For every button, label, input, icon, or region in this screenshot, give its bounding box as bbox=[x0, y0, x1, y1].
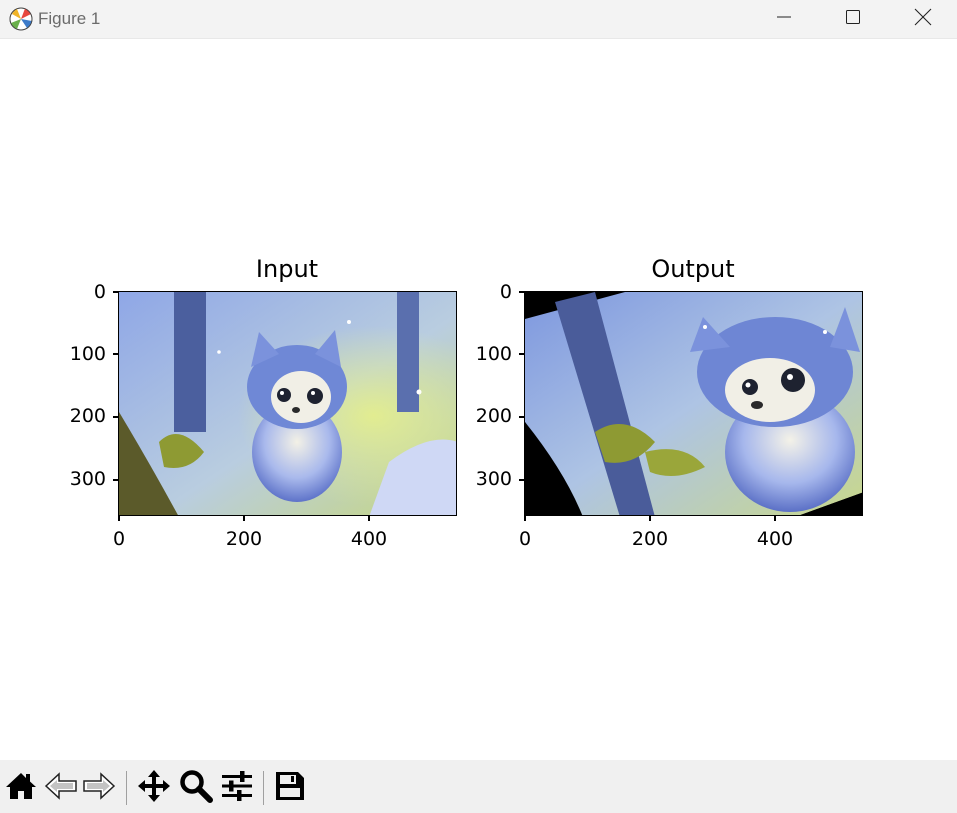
x-tick-label: 0 bbox=[518, 528, 532, 550]
home-icon bbox=[5, 771, 37, 805]
move-icon bbox=[137, 769, 171, 807]
matplotlib-logo-icon bbox=[8, 6, 34, 32]
tick-mark bbox=[118, 516, 120, 521]
tick-mark bbox=[113, 353, 118, 355]
close-icon bbox=[914, 8, 932, 30]
tick-mark bbox=[524, 516, 526, 521]
home-button[interactable] bbox=[3, 770, 39, 806]
toolbar-separator bbox=[263, 771, 264, 805]
maximize-icon bbox=[845, 9, 861, 29]
y-tick-label: 200 bbox=[69, 405, 106, 427]
close-button[interactable] bbox=[891, 0, 955, 38]
pan-button[interactable] bbox=[136, 770, 172, 806]
y-tick-label: 100 bbox=[475, 343, 512, 365]
tick-mark bbox=[113, 479, 118, 481]
zoom-icon bbox=[179, 769, 213, 807]
input-image bbox=[118, 291, 457, 516]
tick-mark bbox=[519, 291, 524, 293]
back-button[interactable] bbox=[43, 770, 79, 806]
y-tick-label: 0 bbox=[93, 281, 106, 303]
tick-mark bbox=[113, 416, 118, 418]
tick-mark bbox=[243, 516, 245, 521]
x-tick-label: 400 bbox=[756, 528, 794, 550]
tick-mark bbox=[113, 291, 118, 293]
tick-mark bbox=[519, 416, 524, 418]
back-arrow-icon bbox=[44, 771, 78, 805]
right-axes-title: Output bbox=[651, 255, 735, 283]
zoom-button[interactable] bbox=[178, 770, 214, 806]
x-tick-label: 200 bbox=[225, 528, 263, 550]
x-tick-label: 200 bbox=[631, 528, 669, 550]
save-button[interactable] bbox=[272, 770, 308, 806]
sliders-icon bbox=[221, 771, 253, 805]
y-tick-label: 300 bbox=[475, 468, 512, 490]
y-tick-label: 200 bbox=[475, 405, 512, 427]
y-tick-label: 0 bbox=[499, 281, 512, 303]
tick-mark bbox=[519, 353, 524, 355]
save-icon bbox=[274, 770, 306, 806]
minimize-button[interactable] bbox=[752, 0, 816, 38]
tick-mark bbox=[519, 479, 524, 481]
figure-canvas[interactable]: Input 0 100 200 300 0 200 400 Output 0 1… bbox=[0, 39, 957, 760]
y-tick-label: 100 bbox=[69, 343, 106, 365]
tick-mark bbox=[774, 516, 776, 521]
window-title: Figure 1 bbox=[38, 9, 101, 28]
x-tick-label: 0 bbox=[112, 528, 126, 550]
maximize-button[interactable] bbox=[821, 0, 885, 38]
title-bar: Figure 1 bbox=[0, 0, 957, 39]
tick-mark bbox=[649, 516, 651, 521]
minimize-icon bbox=[776, 9, 792, 29]
x-tick-label: 400 bbox=[350, 528, 388, 550]
forward-button[interactable] bbox=[81, 770, 117, 806]
configure-subplots-button[interactable] bbox=[219, 770, 255, 806]
forward-arrow-icon bbox=[82, 771, 116, 805]
navigation-toolbar bbox=[0, 760, 957, 813]
tick-mark bbox=[368, 516, 370, 521]
left-axes-title: Input bbox=[255, 255, 319, 283]
toolbar-separator bbox=[126, 771, 127, 805]
y-tick-label: 300 bbox=[69, 468, 106, 490]
output-image bbox=[524, 291, 863, 516]
